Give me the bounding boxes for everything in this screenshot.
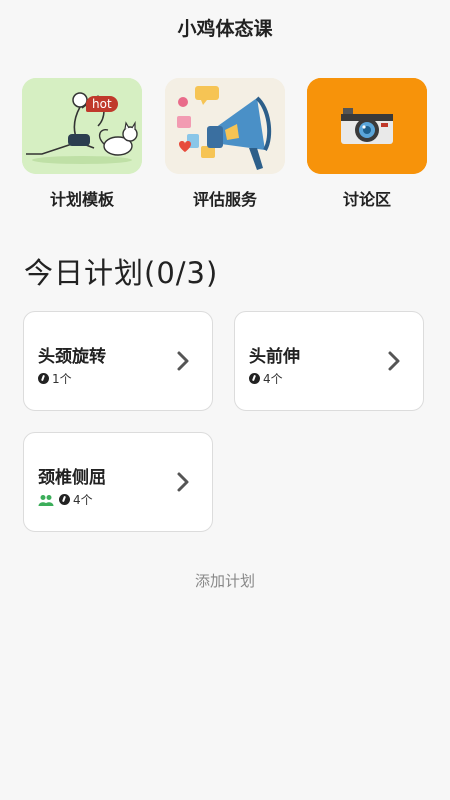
yoga-cat-illustration bbox=[22, 78, 142, 174]
feature-label-plan-templates: 计划模板 bbox=[49, 190, 114, 209]
exercise-icon bbox=[249, 373, 260, 384]
chevron-right-icon bbox=[388, 351, 400, 371]
feature-discussion-area[interactable]: 讨论区 bbox=[307, 78, 427, 210]
feature-label-discussion-area: 讨论区 bbox=[342, 190, 391, 209]
camera-icon bbox=[307, 78, 427, 174]
page-title: 小鸡体态课 bbox=[177, 18, 273, 40]
plan-name: 颈椎侧屈 bbox=[38, 468, 106, 488]
add-plan-button[interactable]: 添加计划 bbox=[0, 570, 450, 591]
plan-name: 头前伸 bbox=[249, 347, 300, 367]
exercise-icon bbox=[38, 373, 49, 384]
plan-name: 头颈旋转 bbox=[38, 347, 106, 367]
feature-evaluation-service[interactable]: 评估服务 bbox=[165, 78, 285, 210]
hot-badge: hot bbox=[86, 96, 118, 112]
chevron-right-icon bbox=[177, 472, 189, 492]
plan-count: 4个 bbox=[73, 493, 93, 507]
plan-meta: 1个 bbox=[38, 370, 72, 387]
group-icon bbox=[38, 494, 54, 506]
feature-label-evaluation-service: 评估服务 bbox=[192, 190, 257, 209]
plan-card-cervical-lateral-flexion[interactable]: 颈椎侧屈 4个 bbox=[23, 432, 213, 532]
today-plan-title: 今日计划 bbox=[24, 256, 145, 290]
megaphone-illustration bbox=[165, 78, 285, 174]
plan-count: 1个 bbox=[52, 372, 72, 386]
today-plan-heading: 今日计划(0/3) bbox=[24, 250, 218, 292]
plan-count: 4个 bbox=[263, 372, 283, 386]
plan-card-forward-head[interactable]: 头前伸 4个 bbox=[234, 311, 424, 411]
feature-plan-templates[interactable]: 计划模板 bbox=[22, 78, 142, 210]
plan-meta: 4个 bbox=[249, 370, 283, 387]
exercise-icon bbox=[59, 494, 70, 505]
chevron-right-icon bbox=[177, 351, 189, 371]
today-plan-progress: (0/3) bbox=[144, 256, 219, 290]
plan-card-head-neck-rotation[interactable]: 头颈旋转 1个 bbox=[23, 311, 213, 411]
plan-meta: 4个 bbox=[38, 491, 93, 508]
